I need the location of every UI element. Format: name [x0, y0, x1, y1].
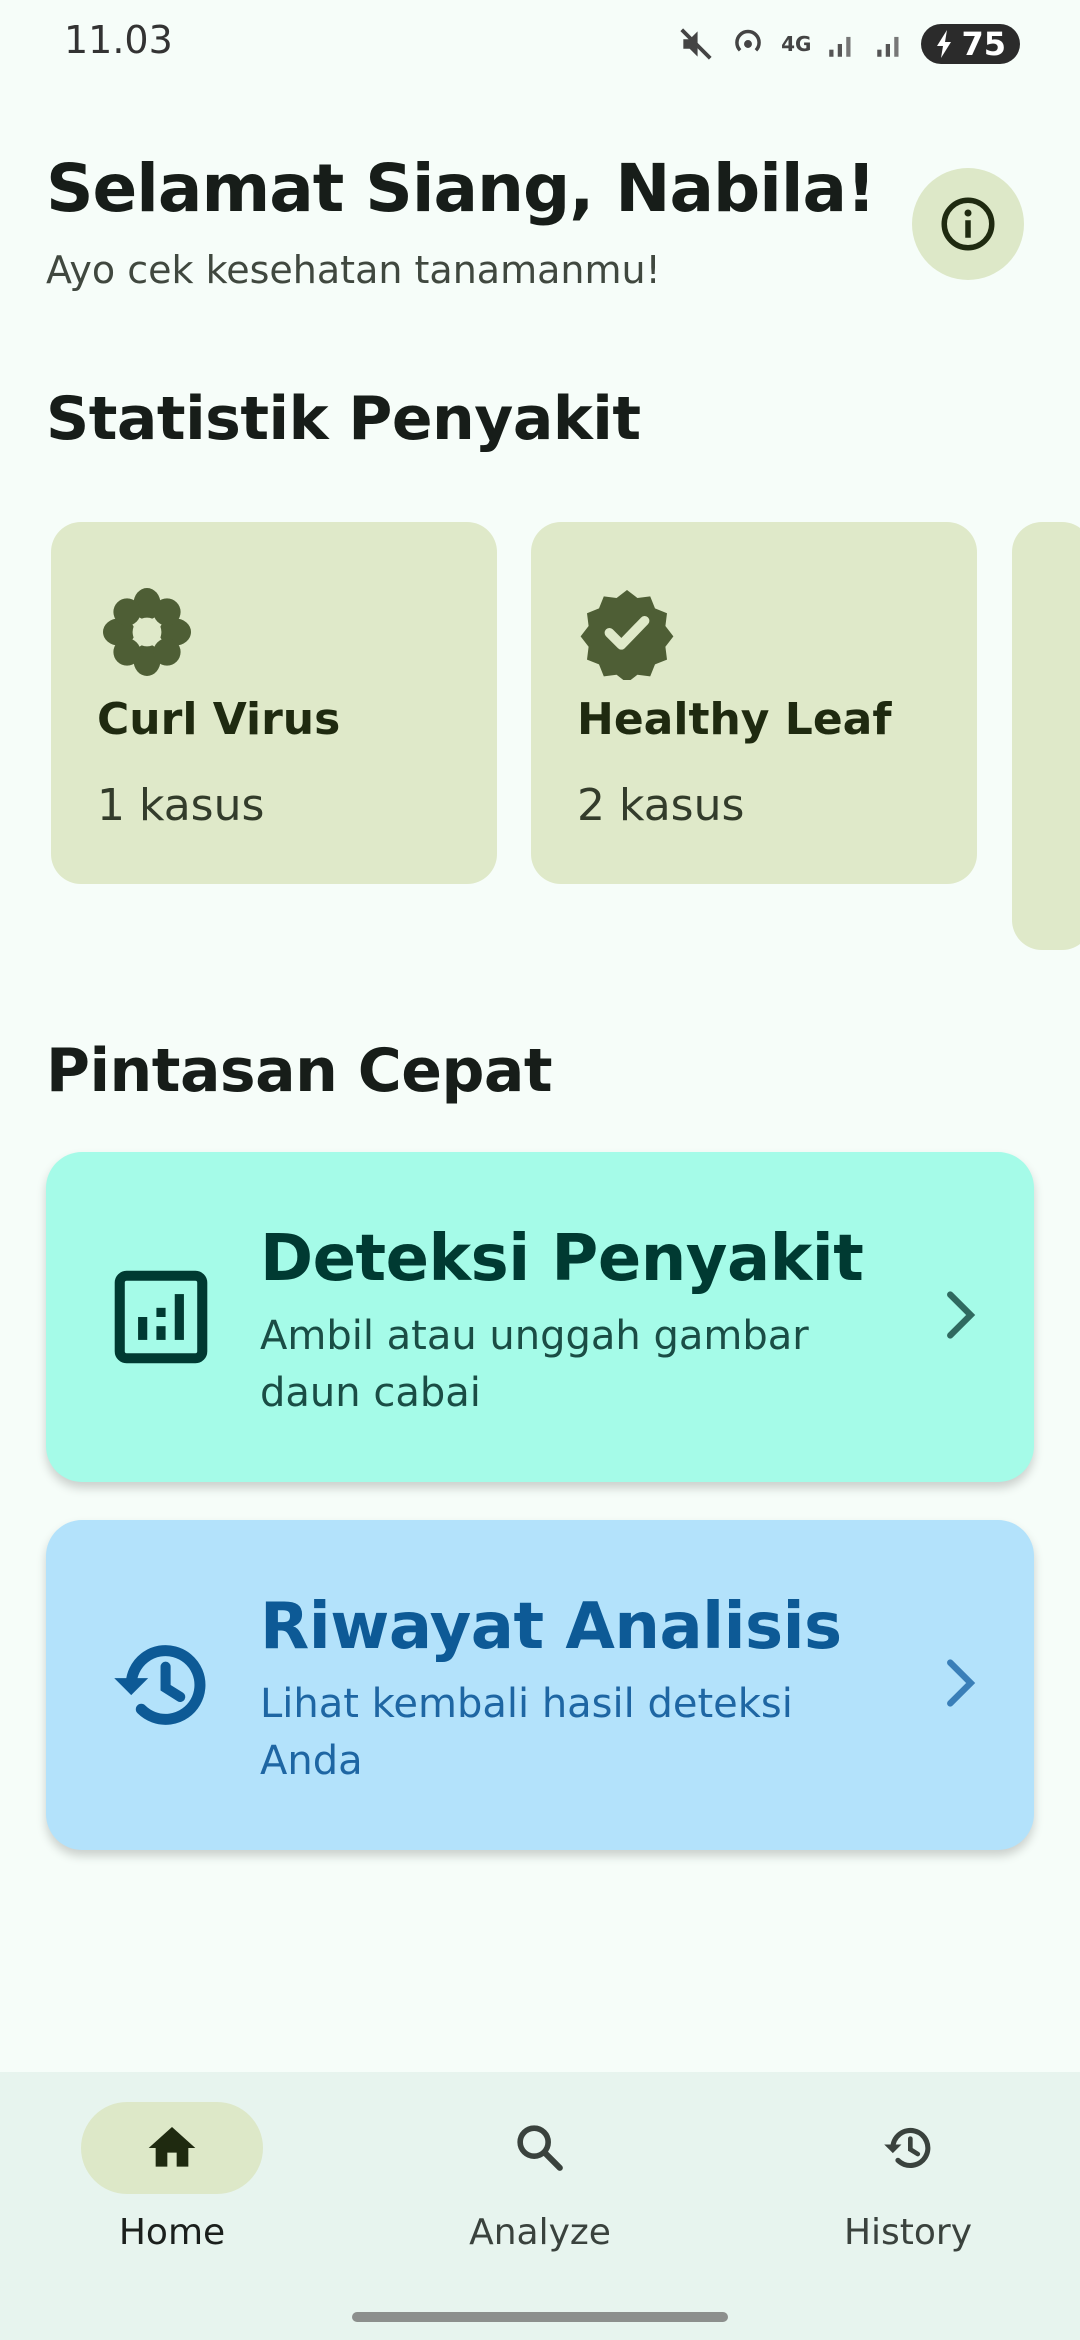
- chevron-right-icon: [947, 1291, 976, 1339]
- stat-card-name: Curl Virus: [97, 694, 341, 745]
- nav-label: Home: [118, 2212, 226, 2253]
- nav-icon-holder: [817, 2102, 999, 2194]
- nav-item-analyze[interactable]: Analyze: [390, 2102, 690, 2253]
- stat-card-count: 2 kasus: [577, 780, 745, 831]
- nav-item-home[interactable]: Home: [22, 2102, 322, 2253]
- info-button[interactable]: [912, 168, 1024, 280]
- mute-icon: [680, 28, 712, 60]
- status-time: 11.03: [64, 18, 173, 62]
- flower-icon: [103, 588, 191, 676]
- charging-icon: [937, 30, 952, 58]
- stat-card-healthy-leaf[interactable]: Healthy Leaf 2 kasus: [531, 522, 977, 884]
- info-icon: [941, 197, 995, 251]
- stat-card-count: 1 kasus: [97, 780, 265, 831]
- signal-icon-2: [877, 36, 899, 57]
- signal-icon: [829, 36, 851, 57]
- history-icon: [884, 2127, 931, 2169]
- nav-active-indicator: [81, 2102, 263, 2194]
- home-icon: [148, 2127, 196, 2167]
- detect-disease-card[interactable]: Deteksi Penyakit Ambil atau unggah gamba…: [46, 1152, 1034, 1482]
- search-icon: [517, 2125, 563, 2171]
- status-icons: 4G 75: [677, 22, 1020, 66]
- card-title: Riwayat Analisis: [260, 1590, 842, 1664]
- battery-indicator: 75: [921, 24, 1020, 64]
- history-analysis-card[interactable]: Riwayat Analisis Lihat kembali hasil det…: [46, 1520, 1034, 1850]
- stat-card-partial[interactable]: [1012, 522, 1080, 950]
- chevron-right-icon: [947, 1659, 976, 1707]
- card-description: Ambil atau unggah gambar daun cabai: [260, 1313, 809, 1416]
- stat-card-curl-virus[interactable]: Curl Virus 1 kasus: [51, 522, 497, 884]
- history-icon: [114, 1645, 206, 1725]
- nav-item-history[interactable]: History: [758, 2102, 1058, 2253]
- nav-label: Analyze: [469, 2212, 611, 2253]
- verified-badge-icon: [580, 590, 674, 680]
- status-bar: 11.03 4G 75: [0, 0, 1080, 84]
- battery-level: 75: [961, 25, 1006, 63]
- shortcuts-section-title: Pintasan Cepat: [46, 1036, 553, 1106]
- bottom-navigation: Home Analyze History: [0, 2072, 1080, 2340]
- network-type: 4G: [781, 32, 812, 56]
- analytics-icon: [114, 1270, 208, 1364]
- stats-section-title: Statistik Penyakit: [46, 384, 641, 454]
- greeting-title: Selamat Siang, Nabila!: [46, 150, 876, 227]
- card-title: Deteksi Penyakit: [260, 1222, 864, 1296]
- gesture-handle[interactable]: [352, 2312, 728, 2322]
- nav-icon-holder: [449, 2102, 631, 2194]
- greeting-subtitle: Ayo cek kesehatan tanamanmu!: [46, 248, 661, 292]
- card-description: Lihat kembali hasil deteksi Anda: [260, 1681, 793, 1784]
- hotspot-icon: [735, 29, 761, 52]
- nav-label: History: [843, 2212, 973, 2253]
- stat-card-name: Healthy Leaf: [577, 694, 892, 745]
